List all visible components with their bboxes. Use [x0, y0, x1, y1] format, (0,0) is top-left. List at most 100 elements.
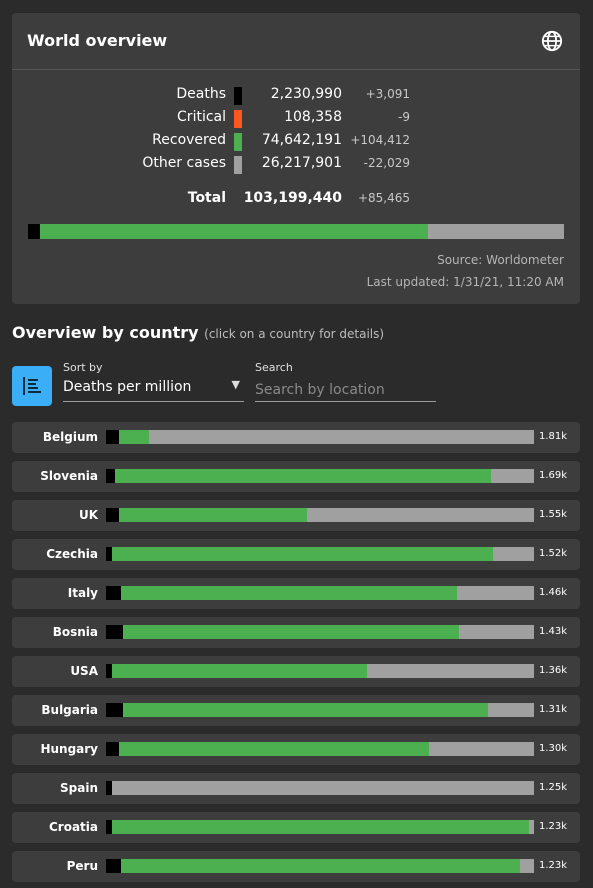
- country-stacked-bar: [106, 742, 534, 756]
- country-row[interactable]: Belgium 1.81k: [12, 422, 580, 453]
- sort-select-value: Deaths per million: [63, 379, 192, 395]
- country-bar-deaths-segment: [106, 586, 121, 600]
- globe-icon[interactable]: [541, 30, 563, 52]
- country-row[interactable]: Croatia 1.23k: [12, 812, 580, 843]
- country-name: Hungary: [40, 742, 98, 756]
- world-overview-card: World overview Deaths 2,230,990 +3,091 Crit…: [12, 13, 580, 304]
- total-value: 103,199,440: [243, 190, 342, 206]
- country-value: 1.43k: [539, 626, 568, 637]
- stat-delta: -9: [398, 110, 410, 124]
- country-section-title: Overview by country (click on a country …: [12, 323, 384, 342]
- country-row[interactable]: Czechia 1.52k: [12, 539, 580, 570]
- country-bar-deaths-segment: [106, 742, 119, 756]
- country-bar-deaths-segment: [106, 469, 115, 483]
- stat-color-swatch: [234, 110, 242, 128]
- country-bar-deaths-segment: [106, 859, 121, 873]
- country-bar-other-segment: [528, 820, 534, 834]
- country-row[interactable]: Hungary 1.30k: [12, 734, 580, 765]
- country-bar-deaths-segment: [106, 703, 124, 717]
- sort-list-icon: [23, 377, 41, 395]
- stat-row-critical: Critical 108,358 -9: [12, 109, 580, 129]
- country-bar-other-segment: [456, 586, 534, 600]
- stat-value: 26,217,901: [261, 155, 342, 171]
- stat-color-swatch: [234, 87, 242, 105]
- country-name: UK: [78, 508, 98, 522]
- country-stacked-bar: [106, 859, 534, 873]
- stat-value: 74,642,191: [261, 132, 342, 148]
- sort-by-label: Sort by: [63, 361, 103, 374]
- country-stacked-bar: [106, 625, 534, 639]
- country-bar-deaths-segment: [106, 508, 119, 522]
- stat-row-deaths: Deaths 2,230,990 +3,091: [12, 86, 580, 106]
- country-bar-recovered-segment: [123, 625, 460, 639]
- country-stacked-bar: [106, 820, 534, 834]
- country-name: USA: [70, 664, 98, 678]
- country-section-heading: Overview by country: [12, 323, 199, 342]
- stat-value: 108,358: [284, 109, 342, 125]
- stat-delta: +3,091: [365, 87, 410, 101]
- country-value: 1.52k: [539, 548, 568, 559]
- country-name: Spain: [60, 781, 98, 795]
- country-stacked-bar: [106, 781, 534, 795]
- caret-down-icon: ▼: [231, 378, 240, 391]
- country-bar-recovered-segment: [114, 469, 492, 483]
- total-delta: +85,465: [357, 191, 410, 205]
- country-bar-other-segment: [307, 508, 534, 522]
- stat-value: 2,230,990: [270, 86, 342, 102]
- country-bar-other-segment: [367, 664, 534, 678]
- world-overview-title: World overview: [27, 31, 168, 50]
- country-bar-recovered-segment: [112, 664, 368, 678]
- country-section-hint: (click on a country for details): [204, 327, 385, 341]
- search-label: Search: [255, 361, 293, 374]
- sort-select[interactable]: Deaths per million ▼: [63, 378, 244, 402]
- country-bar-deaths-segment: [106, 625, 124, 639]
- country-name: Slovenia: [40, 469, 98, 483]
- stat-row-other-cases: Other cases 26,217,901 -22,029: [12, 155, 580, 175]
- total-row: Total 103,199,440 +85,465: [12, 190, 580, 210]
- country-row[interactable]: Slovenia 1.69k: [12, 461, 580, 492]
- country-row[interactable]: Italy 1.46k: [12, 578, 580, 609]
- country-bar-other-segment: [459, 625, 534, 639]
- country-value: 1.23k: [539, 860, 568, 871]
- stat-delta: +104,412: [350, 133, 410, 147]
- stat-label: Deaths: [176, 86, 226, 102]
- country-value: 1.25k: [539, 782, 568, 793]
- stat-color-swatch: [234, 156, 242, 174]
- country-bar-recovered-segment: [120, 859, 520, 873]
- country-value: 1.31k: [539, 704, 568, 715]
- country-name: Czechia: [46, 547, 98, 561]
- country-stacked-bar: [106, 469, 534, 483]
- country-name: Croatia: [48, 820, 98, 834]
- country-stacked-bar: [106, 430, 534, 444]
- country-stacked-bar: [106, 547, 534, 561]
- country-bar-other-segment: [428, 742, 534, 756]
- country-name: Bulgaria: [41, 703, 98, 717]
- country-row[interactable]: UK 1.55k: [12, 500, 580, 531]
- country-stacked-bar: [106, 508, 534, 522]
- country-name: Belgium: [42, 430, 98, 444]
- world-stacked-bar: [28, 224, 564, 239]
- country-value: 1.30k: [539, 743, 568, 754]
- stat-delta: -22,029: [363, 156, 410, 170]
- country-bar-other-segment: [148, 430, 534, 444]
- country-row[interactable]: Spain 1.25k: [12, 773, 580, 804]
- country-name: Peru: [66, 859, 98, 873]
- sort-button[interactable]: [12, 366, 52, 406]
- stat-row-recovered: Recovered 74,642,191 +104,412: [12, 132, 580, 152]
- last-updated-text: Last updated: 1/31/21, 11:20 AM: [366, 275, 564, 289]
- stat-label: Critical: [177, 109, 226, 125]
- country-row[interactable]: Peru 1.23k: [12, 851, 580, 882]
- country-value: 1.36k: [539, 665, 568, 676]
- country-name: Italy: [67, 586, 98, 600]
- stat-label: Recovered: [152, 132, 226, 148]
- total-label: Total: [187, 190, 226, 206]
- search-input[interactable]: [255, 378, 436, 402]
- country-row[interactable]: Bosnia 1.43k: [12, 617, 580, 648]
- country-bar-recovered-segment: [118, 742, 429, 756]
- country-row[interactable]: USA 1.36k: [12, 656, 580, 687]
- country-row[interactable]: Bulgaria 1.31k: [12, 695, 580, 726]
- world-bar-other-segment: [427, 224, 564, 239]
- country-bar-other-segment: [112, 781, 534, 795]
- world-bar-recovered-segment: [40, 224, 428, 239]
- card-divider: [12, 69, 580, 70]
